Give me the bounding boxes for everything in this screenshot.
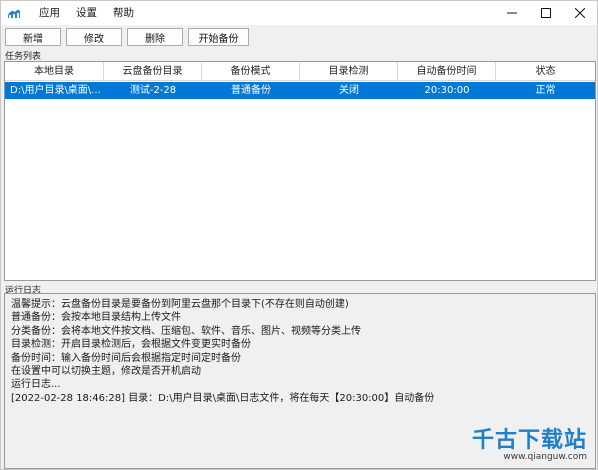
menu-app[interactable]: 应用 <box>31 1 68 25</box>
cell-local-dir: D:\用户目录\桌面\... <box>10 85 101 96</box>
column-header-dir-detect[interactable]: 目录检测 <box>300 62 398 81</box>
log-line: 运行日志... <box>11 379 61 391</box>
title-bar: 应用 设置 帮助 <box>1 1 597 25</box>
column-header-auto-time[interactable]: 自动备份时间 <box>398 62 496 81</box>
log-line: 目录检测：开启目录检测后，会根据文件变更实时备份 <box>11 339 251 351</box>
log-line: 备份时间：输入备份时间后会根据指定时间定时备份 <box>11 352 241 364</box>
maximize-button[interactable] <box>529 1 563 25</box>
window-controls <box>495 1 597 25</box>
delete-task-button[interactable]: 删除 <box>127 28 183 46</box>
toolbar: 新增 修改 删除 开始备份 <box>1 25 597 47</box>
cell-status: 正常 <box>535 85 556 96</box>
watermark-url: www.qianguw.com <box>503 452 587 462</box>
start-backup-button[interactable]: 开始备份 <box>188 28 249 46</box>
cell-auto-time: 20:30:00 <box>424 85 470 96</box>
log-line: 温馨提示：云盘备份目录是要备份到阿里云盘那个目录下(不存在则自动创建) <box>11 299 349 310</box>
cell-cloud-dir: 测试-2-28 <box>129 85 177 96</box>
minimize-button[interactable] <box>495 1 529 25</box>
column-header-cloud-dir[interactable]: 云盘备份目录 <box>104 62 202 81</box>
add-task-button[interactable]: 新增 <box>5 28 61 46</box>
cell-backup-mode: 普通备份 <box>231 85 271 96</box>
minimize-icon <box>507 12 517 14</box>
maximize-icon <box>541 8 551 18</box>
log-line: 分类备份：会将本地文件按文档、压缩包、软件、音乐、图片、视频等分类上传 <box>11 325 361 337</box>
menu-settings[interactable]: 设置 <box>68 1 105 25</box>
column-header-local-dir[interactable]: 本地目录 <box>5 62 104 81</box>
column-header-status[interactable]: 状态 <box>496 62 595 81</box>
cell-dir-detect: 关闭 <box>339 85 359 96</box>
menu-help[interactable]: 帮助 <box>105 1 142 25</box>
log-line: 在设置中可以切换主题，修改是否开机启动 <box>11 366 201 378</box>
close-button[interactable] <box>563 1 597 25</box>
app-logo-icon <box>7 6 21 20</box>
log-line: [2022-02-28 18:46:28] 目录：D:\用户目录\桌面\日志文件… <box>11 392 435 404</box>
close-icon <box>575 8 585 18</box>
column-header-backup-mode[interactable]: 备份模式 <box>202 62 300 81</box>
edit-task-button[interactable]: 修改 <box>66 28 122 46</box>
watermark-title: 千古下载站 <box>471 427 587 453</box>
log-line: 普通备份：会按本地目录结构上传文件 <box>11 312 181 324</box>
task-list[interactable]: 本地目录 云盘备份目录 备份模式 目录检测 自动备份时间 状态 D:\用户目录\… <box>4 61 596 281</box>
app-window: 应用 设置 帮助 新增 修改 删除 开始备份 任务列表 本地目录 云盘备份目录 … <box>0 0 598 470</box>
table-row[interactable]: D:\用户目录\桌面\... 测试-2-28 普通备份 关闭 20:30:00 … <box>5 82 595 99</box>
watermark: 千古下载站 www.qianguw.com <box>472 428 587 463</box>
task-list-header: 本地目录 云盘备份目录 备份模式 目录检测 自动备份时间 状态 <box>5 62 595 81</box>
